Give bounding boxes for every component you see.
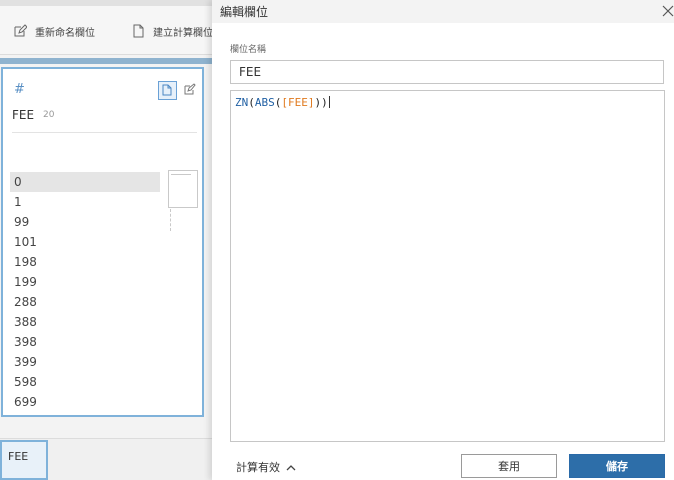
profile-toolbar: 重新命名欄位 建立計算欄位 — [0, 0, 212, 55]
field-name-input[interactable] — [230, 60, 664, 84]
edit-icon — [183, 81, 196, 100]
edit-field-button[interactable] — [181, 82, 197, 98]
value-item[interactable]: 1 — [10, 192, 160, 212]
close-icon[interactable] — [661, 3, 674, 17]
formula-field-reference: [FEE] — [281, 96, 315, 109]
field-name-label: 欄位名稱 — [230, 45, 267, 55]
distribution-bar-box — [168, 170, 198, 208]
field-name: FEE — [12, 108, 35, 122]
field-profile-pane: 重新命名欄位 建立計算欄位 # FEE 20 0 1 99 101 198 19… — [0, 0, 212, 480]
profile-header-strip — [0, 58, 212, 64]
formula-paren: ( — [248, 96, 255, 109]
value-item[interactable]: 699 — [10, 392, 160, 412]
value-list: 0 1 99 101 198 199 288 388 398 399 598 6… — [10, 172, 160, 412]
calculation-status-text: 計算有效 — [236, 461, 280, 474]
dialog-title: 編輯欄位 — [220, 5, 269, 19]
apply-button[interactable]: 套用 — [461, 454, 557, 478]
calculation-status-toggle[interactable]: 計算有效 — [236, 459, 296, 475]
value-item[interactable]: 388 — [10, 312, 160, 332]
formula-paren: )) — [314, 96, 328, 109]
document-icon — [162, 81, 173, 100]
formula-editor[interactable]: ZN(ABS([FEE])) — [230, 90, 665, 442]
toolbar-top-strip — [0, 0, 212, 6]
edit-icon — [13, 24, 27, 38]
rename-field-button[interactable]: 重新命名欄位 — [13, 22, 95, 40]
formula-function: ABS — [254, 96, 275, 109]
value-item[interactable]: 199 — [10, 272, 160, 292]
number-type-icon: # — [14, 82, 25, 97]
save-button[interactable]: 儲存 — [569, 454, 665, 478]
card-divider — [12, 132, 197, 133]
formula-function: ZN — [235, 96, 249, 109]
rename-field-label: 重新命名欄位 — [35, 27, 95, 39]
new-document-icon — [133, 24, 145, 38]
distribution-divider — [170, 209, 171, 231]
dialog-header: 編輯欄位 — [212, 0, 674, 23]
create-calculated-field-button[interactable]: 建立計算欄位 — [133, 22, 212, 40]
field-profile-card[interactable]: # FEE 20 0 1 99 101 198 199 288 388 398 … — [1, 67, 204, 417]
edit-field-dialog: 編輯欄位 欄位名稱 ZN(ABS([FEE])) 計算有效 套用 儲存 — [212, 0, 674, 480]
formula-text: ZN(ABS([FEE])) — [235, 96, 330, 109]
value-item[interactable]: 0 — [10, 172, 160, 192]
value-item[interactable]: 99 — [10, 212, 160, 232]
calculated-field-toggle-button[interactable] — [158, 81, 177, 100]
distinct-value-count: 20 — [43, 110, 55, 120]
chevron-up-icon — [286, 461, 296, 474]
text-caret — [328, 96, 330, 108]
value-item[interactable]: 598 — [10, 372, 160, 392]
value-item[interactable]: 398 — [10, 332, 160, 352]
column-header-fee[interactable]: FEE — [0, 440, 48, 480]
value-item[interactable]: 101 — [10, 232, 160, 252]
value-item[interactable]: 198 — [10, 252, 160, 272]
value-item[interactable]: 288 — [10, 292, 160, 312]
value-item[interactable]: 399 — [10, 352, 160, 372]
create-calculated-field-label: 建立計算欄位 — [153, 27, 212, 39]
